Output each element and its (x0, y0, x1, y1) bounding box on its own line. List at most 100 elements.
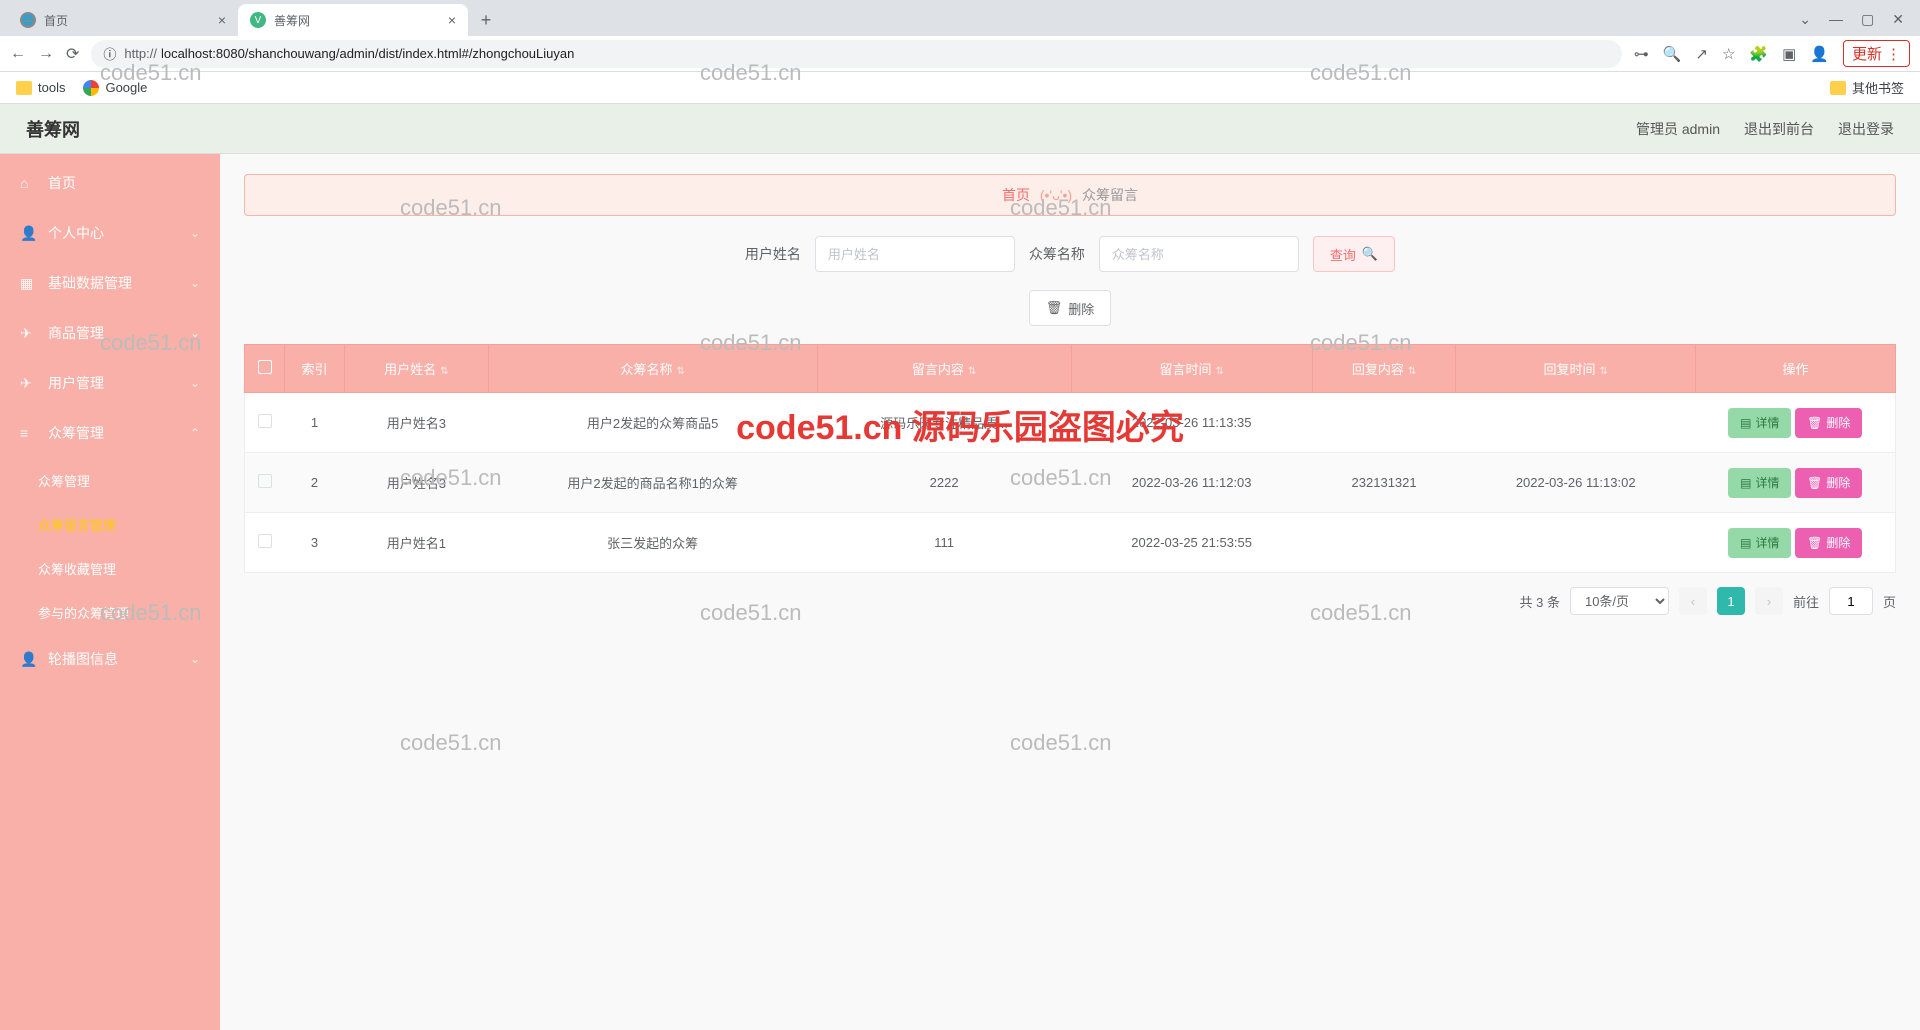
sidebar-item-crowd[interactable]: ≡众筹管理⌃ (0, 408, 220, 458)
share-icon[interactable]: ↗ (1695, 45, 1708, 63)
grid-icon: ▦ (20, 275, 38, 292)
sidebar-sub-crowd-manage[interactable]: 众筹管理 (0, 458, 220, 502)
panel-icon[interactable]: ▣ (1782, 45, 1796, 63)
col-crowd: 众筹名称⇅ (488, 345, 817, 393)
sidebar-item-carousel[interactable]: 👤轮播图信息⌄ (0, 634, 220, 684)
cell-index: 1 (285, 393, 345, 453)
sort-icon[interactable]: ⇅ (1215, 366, 1223, 377)
reload-icon[interactable]: ⟳ (66, 44, 79, 64)
row-checkbox[interactable] (258, 474, 272, 488)
user-icon: 👤 (20, 225, 38, 242)
trash-icon: 🗑 (1046, 300, 1063, 316)
chevron-up-icon: ⌃ (190, 426, 200, 440)
close-icon[interactable]: × (448, 12, 456, 28)
col-time: 留言时间⇅ (1071, 345, 1312, 393)
key-icon[interactable]: ⊶ (1634, 45, 1649, 63)
doc-icon: ▤ (1740, 476, 1751, 490)
url-input[interactable]: ⓘ http:// localhost:8080/shanchouwang/ad… (91, 40, 1621, 68)
browser-tab-strip: 🌐 首页 × V 善筹网 × + ⌄ — ▢ ✕ (0, 0, 1920, 36)
row-checkbox[interactable] (258, 534, 272, 548)
query-button[interactable]: 查询 🔍 (1313, 236, 1395, 272)
detail-button[interactable]: ▤ 详情 (1728, 528, 1791, 558)
search-icon: 🔍 (1362, 246, 1378, 262)
pagination: 共 3 条 10条/页 ‹ 1 › 前往 页 (244, 587, 1896, 615)
cell-time: 2022-03-26 11:13:35 (1071, 393, 1312, 453)
cell-reply-time: 2022-03-26 11:13:02 (1456, 453, 1696, 513)
cell-reply-time (1456, 513, 1696, 573)
cell-reply (1312, 393, 1456, 453)
detail-button[interactable]: ▤ 详情 (1728, 408, 1791, 438)
sidebar-item-basic[interactable]: ▦基础数据管理⌄ (0, 258, 220, 308)
crowd-name-label: 众筹名称 (1029, 244, 1085, 264)
cell-content: 111 (817, 513, 1071, 573)
sidebar-sub-crowd-favorite[interactable]: 众筹收藏管理 (0, 546, 220, 590)
profile-icon[interactable]: 👤 (1810, 45, 1829, 63)
breadcrumb-home[interactable]: 首页 (1002, 187, 1030, 203)
maximize-icon[interactable]: ▢ (1861, 11, 1874, 28)
admin-label[interactable]: 管理员 admin (1636, 119, 1720, 139)
sidebar-item-user[interactable]: ✈用户管理⌄ (0, 358, 220, 408)
chevron-down-icon[interactable]: ⌄ (1799, 11, 1811, 28)
url-text: localhost:8080/shanchouwang/admin/dist/i… (161, 46, 574, 61)
next-page-button[interactable]: › (1755, 587, 1783, 615)
batch-delete-button[interactable]: 🗑 删除 (1029, 290, 1112, 326)
extension-icon[interactable]: 🧩 (1749, 45, 1768, 63)
update-button[interactable]: 更新 ⋮ (1843, 40, 1910, 67)
folder-icon (1830, 81, 1846, 95)
cell-index: 2 (285, 453, 345, 513)
table-row: 3 用户姓名1 张三发起的众筹 111 2022-03-25 21:53:55 … (245, 513, 1896, 573)
trash-icon: 🗑 (1807, 476, 1822, 490)
sort-icon[interactable]: ⇅ (440, 366, 448, 377)
sidebar-sub-crowd-join[interactable]: 参与的众筹管理 (0, 590, 220, 634)
page-number[interactable]: 1 (1717, 587, 1745, 615)
back-icon[interactable]: ← (10, 45, 26, 63)
chevron-down-icon: ⌄ (190, 226, 200, 240)
close-icon[interactable]: × (218, 12, 226, 28)
new-tab-button[interactable]: + (472, 6, 500, 34)
sidebar-sub-crowd-comment[interactable]: 众筹留言管理 (0, 502, 220, 546)
search-icon[interactable]: 🔍 (1663, 45, 1682, 63)
sidebar-item-product[interactable]: ✈商品管理⌄ (0, 308, 220, 358)
cell-content: 源码乐园专注精品质... (817, 393, 1071, 453)
row-checkbox[interactable] (258, 414, 272, 428)
sort-icon[interactable]: ⇅ (1408, 366, 1416, 377)
minimize-icon[interactable]: — (1829, 11, 1843, 28)
cell-reply-time (1456, 393, 1696, 453)
star-icon[interactable]: ☆ (1722, 45, 1735, 63)
sort-icon[interactable]: ⇅ (968, 366, 976, 377)
globe-icon: 🌐 (20, 12, 36, 28)
sort-icon[interactable]: ⇅ (1600, 366, 1608, 377)
delete-button[interactable]: 🗑 删除 (1795, 468, 1862, 498)
breadcrumb: 首页 (•'ᴗ'•) 众筹留言 (244, 174, 1896, 216)
browser-tab-0[interactable]: 🌐 首页 × (8, 4, 238, 36)
to-front-button[interactable]: 退出到前台 (1744, 119, 1814, 139)
goto-page-input[interactable] (1829, 587, 1873, 615)
close-window-icon[interactable]: ✕ (1892, 11, 1904, 28)
cell-crowd: 张三发起的众筹 (488, 513, 817, 573)
select-all-checkbox[interactable] (258, 360, 272, 374)
delete-button[interactable]: 🗑 删除 (1795, 528, 1862, 558)
google-icon (83, 80, 99, 96)
page-size-select[interactable]: 10条/页 (1570, 587, 1669, 615)
browser-tab-1[interactable]: V 善筹网 × (238, 4, 468, 36)
goto-label: 前往 (1793, 592, 1819, 611)
bookmark-google[interactable]: Google (83, 80, 147, 96)
forward-icon[interactable]: → (38, 45, 54, 63)
chevron-down-icon: ⌄ (190, 376, 200, 390)
chevron-down-icon: ⌄ (190, 652, 200, 666)
prev-page-button[interactable]: ‹ (1679, 587, 1707, 615)
bookmark-tools[interactable]: tools (16, 80, 65, 95)
delete-button[interactable]: 🗑 删除 (1795, 408, 1862, 438)
sidebar-item-home[interactable]: ⌂首页 (0, 158, 220, 208)
url-protocol: http:// (124, 46, 157, 61)
sidebar-item-personal[interactable]: 👤个人中心⌄ (0, 208, 220, 258)
crowd-name-input[interactable] (1099, 236, 1299, 272)
logout-button[interactable]: 退出登录 (1838, 119, 1894, 139)
bookmark-other[interactable]: 其他书签 (1830, 78, 1904, 97)
sort-icon[interactable]: ⇅ (676, 366, 684, 377)
detail-button[interactable]: ▤ 详情 (1728, 468, 1791, 498)
trash-icon: 🗑 (1807, 416, 1822, 430)
user-name-input[interactable] (815, 236, 1015, 272)
info-icon[interactable]: ⓘ (103, 44, 116, 63)
folder-icon (16, 81, 32, 95)
